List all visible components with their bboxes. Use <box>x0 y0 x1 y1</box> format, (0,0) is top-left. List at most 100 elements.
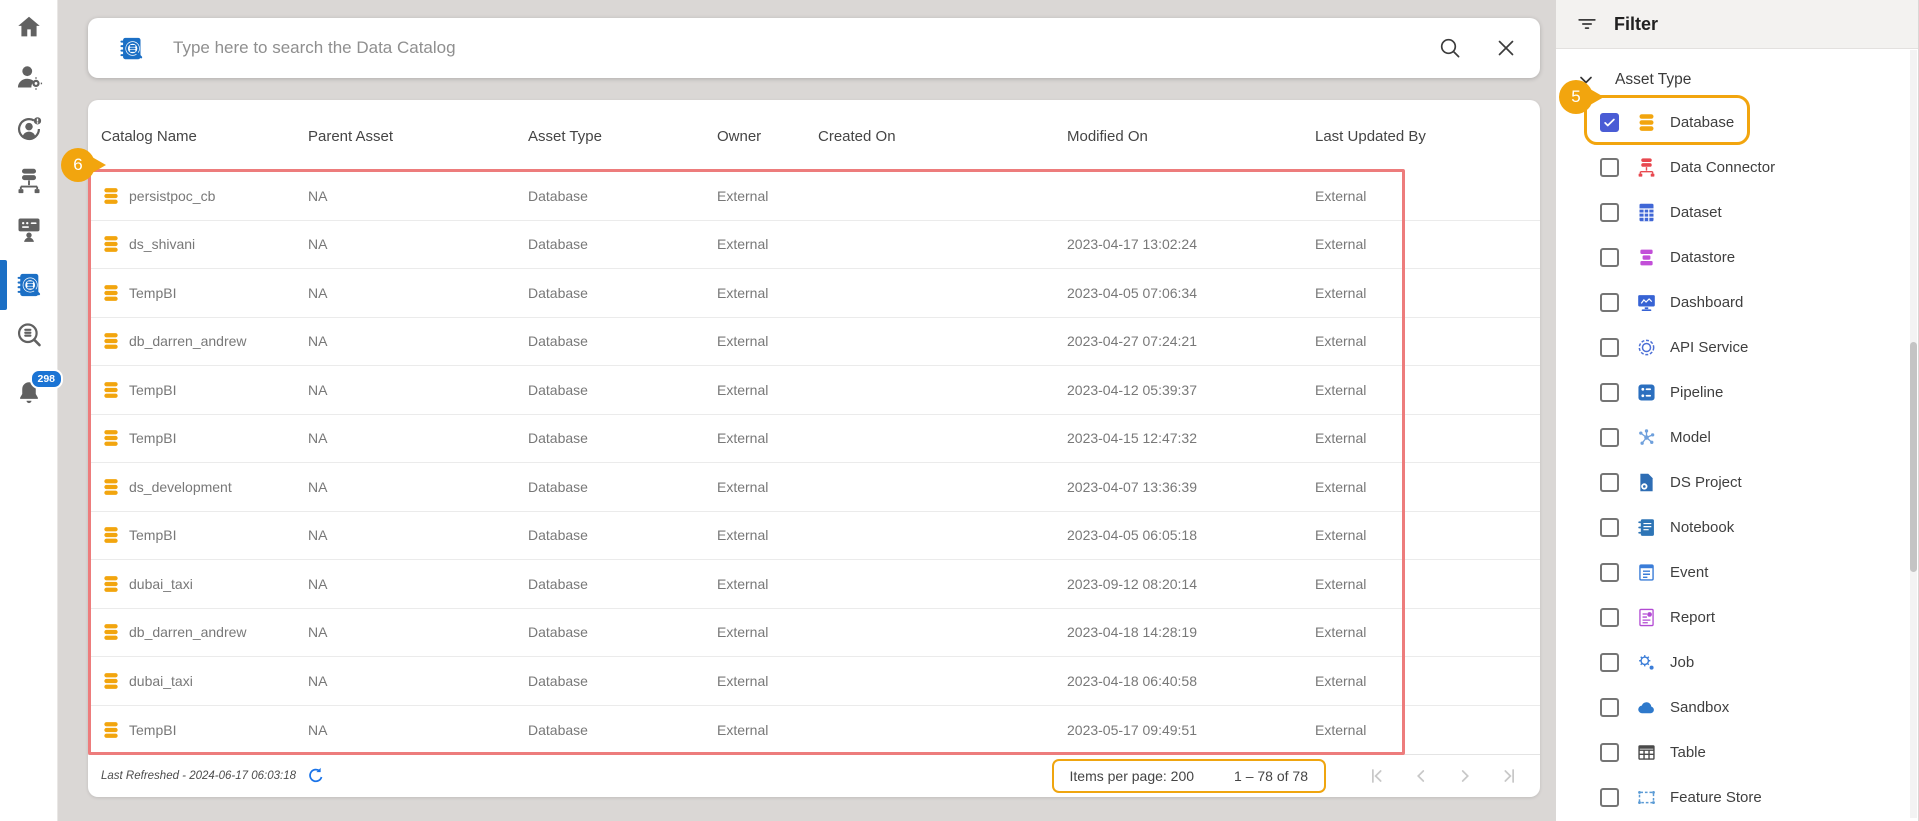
filter-section-asset-type[interactable]: Asset Type <box>1556 49 1918 100</box>
table-cell: NA <box>308 722 528 738</box>
next-page-icon[interactable] <box>1454 765 1476 787</box>
filter-item-sandbox[interactable]: Sandbox <box>1556 685 1918 730</box>
filter-scrollbar[interactable] <box>1910 50 1917 818</box>
checkbox-unchecked[interactable] <box>1600 698 1619 717</box>
sidebar-item-user-admin[interactable] <box>0 63 57 91</box>
feature-store-icon <box>1636 787 1657 808</box>
checkbox-unchecked[interactable] <box>1600 518 1619 537</box>
filter-item-pipeline[interactable]: Pipeline <box>1556 370 1918 415</box>
table-cell: TempBI <box>101 283 308 303</box>
table-cell: TempBI <box>101 525 308 545</box>
checkbox-unchecked[interactable] <box>1600 203 1619 222</box>
filter-item-report[interactable]: Report <box>1556 595 1918 640</box>
table-cell: External <box>717 333 818 349</box>
filter-item-notebook[interactable]: Notebook <box>1556 505 1918 550</box>
column-header: Created On <box>818 128 1067 145</box>
dataset-icon <box>1636 202 1657 223</box>
table-row[interactable]: TempBINADatabaseExternal2023-04-12 05:39… <box>88 366 1540 415</box>
last-page-icon[interactable] <box>1498 765 1520 787</box>
search-input[interactable] <box>173 38 1438 58</box>
table-row[interactable]: dubai_taxiNADatabaseExternal2023-09-12 0… <box>88 560 1540 609</box>
table-cell: NA <box>308 333 528 349</box>
filter-scrollbar-thumb[interactable] <box>1910 342 1917 572</box>
table-row[interactable]: db_darren_andrewNADatabaseExternal2023-0… <box>88 609 1540 658</box>
table-cell: External <box>717 624 818 640</box>
notebook-icon <box>1636 517 1657 538</box>
filter-item-label: Data Connector <box>1670 159 1775 176</box>
sidebar-item-data-catalog[interactable] <box>0 271 57 299</box>
database-icon <box>101 622 121 642</box>
table-cell: External <box>1315 479 1540 495</box>
checkbox-unchecked[interactable] <box>1600 428 1619 447</box>
checkbox-unchecked[interactable] <box>1600 608 1619 627</box>
filter-item-table[interactable]: Table <box>1556 730 1918 775</box>
checkbox-unchecked[interactable] <box>1600 743 1619 762</box>
sidebar-item-notifications[interactable]: 298 <box>0 379 57 407</box>
filter-item-ds-project[interactable]: DS Project <box>1556 460 1918 505</box>
sidebar-item-workspace[interactable] <box>0 215 57 243</box>
checkbox-unchecked[interactable] <box>1600 788 1619 807</box>
previous-page-icon[interactable] <box>1410 765 1432 787</box>
filter-item-datastore[interactable]: Datastore <box>1556 235 1918 280</box>
table-row[interactable]: TempBINADatabaseExternal2023-05-17 09:49… <box>88 706 1540 755</box>
table-row[interactable]: TempBINADatabaseExternal2023-04-05 07:06… <box>88 269 1540 318</box>
annotation-badge-6-label: 6 <box>73 155 82 175</box>
database-icon <box>101 574 121 594</box>
ds-project-icon <box>1636 472 1657 493</box>
checkbox-unchecked[interactable] <box>1600 248 1619 267</box>
checkbox-unchecked[interactable] <box>1600 338 1619 357</box>
sidebar-item-home[interactable] <box>0 13 57 41</box>
filter-item-dataset[interactable]: Dataset <box>1556 190 1918 235</box>
table-footer: Last Refreshed - 2024-06-17 06:03:18 Ite… <box>88 754 1540 797</box>
table-row[interactable]: TempBINADatabaseExternal2023-04-05 06:05… <box>88 512 1540 561</box>
sidebar-item-search[interactable] <box>0 321 57 349</box>
filter-item-database[interactable]: Database <box>1556 100 1918 145</box>
table-row[interactable]: persistpoc_cbNADatabaseExternalExternal <box>88 172 1540 221</box>
table-row[interactable]: db_darren_andrewNADatabaseExternal2023-0… <box>88 318 1540 367</box>
catalog-name-text: ds_shivani <box>129 236 195 252</box>
main-content: Catalog NameParent AssetAsset TypeOwnerC… <box>88 0 1540 821</box>
close-icon[interactable] <box>1494 36 1518 60</box>
sidebar-item-data-sources[interactable] <box>0 167 57 195</box>
filter-item-label: Dataset <box>1670 204 1722 221</box>
checkbox-unchecked[interactable] <box>1600 563 1619 582</box>
bell-icon: 298 <box>15 379 43 407</box>
table-row[interactable]: dubai_taxiNADatabaseExternal2023-04-18 0… <box>88 657 1540 706</box>
table-row[interactable]: TempBINADatabaseExternal2023-04-15 12:47… <box>88 415 1540 464</box>
items-per-page-control[interactable]: Items per page: 200 <box>1070 768 1195 784</box>
search-icon[interactable] <box>1438 36 1462 60</box>
checkbox-unchecked[interactable] <box>1600 383 1619 402</box>
filter-item-model[interactable]: Model <box>1556 415 1918 460</box>
chevron-down-icon[interactable] <box>1576 70 1596 90</box>
table-row[interactable]: ds_developmentNADatabaseExternal2023-04-… <box>88 463 1540 512</box>
filter-item-job[interactable]: Job <box>1556 640 1918 685</box>
filter-item-label: Sandbox <box>1670 699 1729 716</box>
table-cell: NA <box>308 188 528 204</box>
presentation-icon <box>15 215 43 243</box>
sidebar-item-user-profile[interactable] <box>0 115 57 143</box>
catalog-name-text: TempBI <box>129 382 176 398</box>
data-catalog-icon <box>15 271 43 299</box>
checkbox-unchecked[interactable] <box>1600 158 1619 177</box>
column-header: Owner <box>717 128 818 145</box>
checkbox-unchecked[interactable] <box>1600 293 1619 312</box>
filter-item-data-connector[interactable]: Data Connector <box>1556 145 1918 190</box>
filter-item-feature-store[interactable]: Feature Store <box>1556 775 1918 820</box>
filter-item-dashboard[interactable]: Dashboard <box>1556 280 1918 325</box>
column-header: Catalog Name <box>101 128 308 145</box>
database-icon <box>101 477 121 497</box>
table-cell: NA <box>308 236 528 252</box>
catalog-name-text: db_darren_andrew <box>129 624 247 640</box>
refresh-icon[interactable] <box>306 766 326 786</box>
first-page-icon[interactable] <box>1366 765 1388 787</box>
model-icon <box>1636 427 1657 448</box>
catalog-name-text: db_darren_andrew <box>129 333 247 349</box>
filter-item-api-service[interactable]: API Service <box>1556 325 1918 370</box>
filter-item-event[interactable]: Event <box>1556 550 1918 595</box>
filter-list: Database Data Connector Dataset DatastoreDa… <box>1556 100 1918 820</box>
checkbox-checked[interactable] <box>1600 113 1619 132</box>
table-body: persistpoc_cbNADatabaseExternalExternald… <box>88 172 1540 754</box>
checkbox-unchecked[interactable] <box>1600 473 1619 492</box>
checkbox-unchecked[interactable] <box>1600 653 1619 672</box>
table-row[interactable]: ds_shivaniNADatabaseExternal2023-04-17 1… <box>88 221 1540 270</box>
